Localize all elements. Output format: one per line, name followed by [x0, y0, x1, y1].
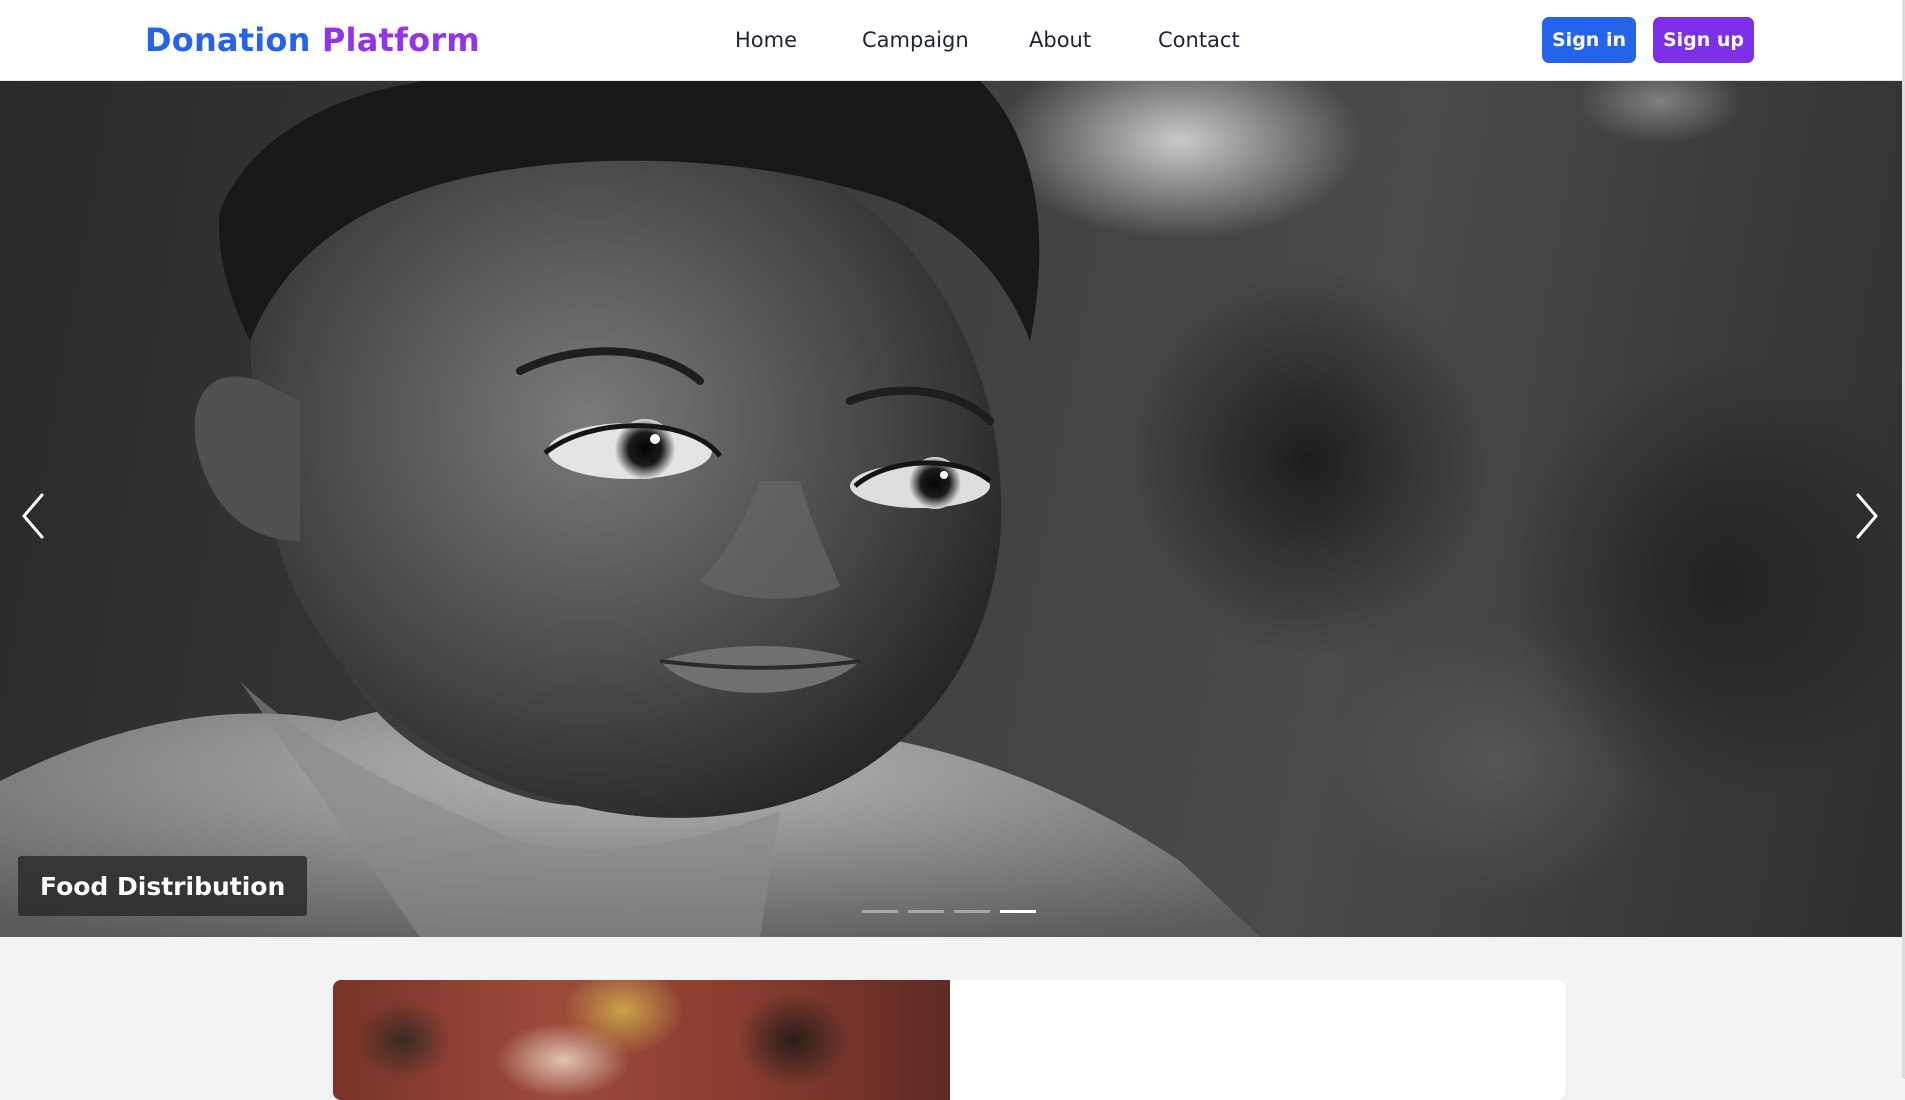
- hero-slide-image: [0, 81, 1260, 937]
- slide-indicator-4[interactable]: [1000, 910, 1036, 913]
- brand-word-platform: Platform: [321, 21, 480, 59]
- campaign-card-image: [333, 980, 950, 1100]
- nav-about-link[interactable]: About: [1029, 28, 1091, 52]
- chevron-right-icon: [1856, 493, 1878, 539]
- top-navbar: Donation Platform Home Campaign About Co…: [0, 0, 1902, 81]
- carousel-indicators: [862, 910, 1036, 916]
- brand-logo[interactable]: Donation Platform: [145, 21, 480, 59]
- slide-indicator-3[interactable]: [954, 910, 990, 913]
- slide-caption: Food Distribution: [18, 856, 308, 916]
- carousel-prev-button[interactable]: [8, 481, 58, 551]
- slide-indicator-1[interactable]: [862, 910, 898, 913]
- campaign-card: [333, 980, 1566, 1100]
- nav-contact-link[interactable]: Contact: [1158, 28, 1240, 52]
- carousel-next-button[interactable]: [1842, 481, 1892, 551]
- nav-home-link[interactable]: Home: [735, 28, 797, 52]
- sign-up-button[interactable]: Sign up: [1653, 17, 1754, 63]
- slide-indicator-2[interactable]: [908, 910, 944, 913]
- hero-carousel: Food Distribution: [0, 81, 1902, 937]
- chevron-left-icon: [22, 493, 44, 539]
- brand-word-donation: Donation: [145, 21, 311, 59]
- nav-campaign-link[interactable]: Campaign: [862, 28, 969, 52]
- sign-in-button[interactable]: Sign in: [1542, 17, 1636, 63]
